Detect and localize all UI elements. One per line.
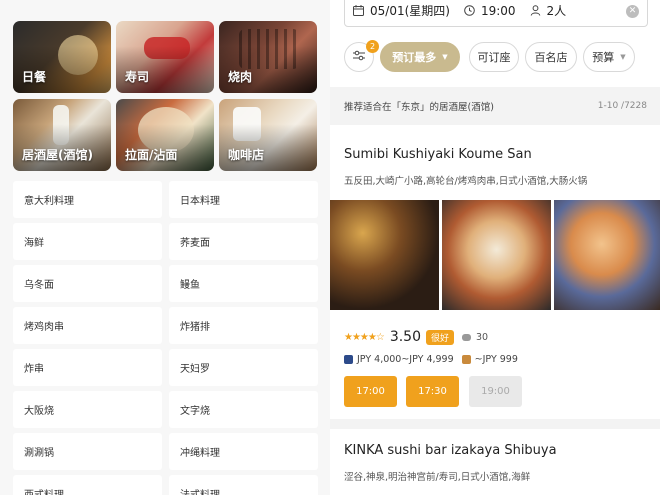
cuisine-item[interactable]: 日本料理 [169, 181, 318, 218]
clock-icon [464, 5, 475, 16]
time-slot-button-disabled: 19:00 [469, 376, 522, 407]
comment-icon [462, 333, 472, 341]
sort-dropdown[interactable]: 预订最多 ▼ [380, 42, 460, 72]
cuisine-item[interactable]: 西式料理 [13, 475, 162, 495]
food-photo[interactable] [330, 200, 439, 310]
results-count: 1-10 /7228 [597, 101, 647, 111]
restaurant-photos[interactable] [330, 200, 660, 310]
date-value[interactable]: 05/01(星期四) [370, 2, 450, 19]
cuisine-item[interactable]: 荞麦面 [169, 223, 318, 260]
cuisine-item[interactable]: 乌冬面 [13, 265, 162, 302]
cuisine-item[interactable]: 海鲜 [13, 223, 162, 260]
tile-label: 居酒屋(酒馆) [22, 148, 93, 162]
caret-down-icon: ▼ [442, 53, 448, 61]
category-tile-ramen[interactable]: 拉面/沾面 [116, 99, 214, 171]
results-panel: 05/01(星期四) 19:00 2人 ✕ 2 预订最多 ▼ 可订座 百名店 预… [330, 0, 660, 495]
budget-label: 预算 [592, 51, 615, 64]
sun-icon [461, 354, 471, 364]
restaurant-name[interactable]: KINKA sushi bar izakaya Shibuya [344, 443, 557, 458]
food-photo[interactable] [442, 200, 551, 310]
results-heading: 推荐适合在「东京」的居酒屋(酒馆) [344, 102, 494, 113]
time-slot-button[interactable]: 17:30 [406, 376, 459, 407]
category-tile-yakiniku[interactable]: 烧肉 [219, 21, 317, 93]
food-photo[interactable] [554, 200, 660, 310]
star-rating: ★★★★☆ [344, 331, 385, 343]
cuisine-item[interactable]: 意大利料理 [13, 181, 162, 218]
cuisine-item[interactable]: 涮涮锅 [13, 433, 162, 470]
lunch-price: ~JPY 999 [474, 353, 518, 365]
category-tile-izakaya[interactable]: 居酒屋(酒馆) [13, 99, 111, 171]
cuisine-item[interactable]: 炸猪排 [169, 307, 318, 344]
restaurant-tags: 五反田,大崎广小路,高轮台/烤鸡肉串,日式小酒馆,大肠火锅 [344, 176, 588, 187]
time-value[interactable]: 19:00 [481, 4, 516, 18]
rating-score: 3.50 [389, 329, 421, 345]
person-icon [530, 5, 541, 16]
dinner-price: JPY 4,000~JPY 4,999 [357, 353, 454, 365]
party-size-value[interactable]: 2人 [547, 2, 567, 19]
cuisine-item[interactable]: 法式料理 [169, 475, 318, 495]
results-header: 推荐适合在「东京」的居酒屋(酒馆) 1-10 /7228 [330, 87, 660, 125]
cuisine-item[interactable]: 文字烧 [169, 391, 318, 428]
filter-settings-button[interactable]: 2 [344, 40, 379, 72]
filter-count-badge: 2 [366, 40, 379, 53]
restaurant-tags: 涩谷,神泉,明治神宫前/寿司,日式小酒馆,海鲜 [344, 472, 531, 483]
category-tile-sushi[interactable]: 寿司 [116, 21, 214, 93]
tile-label: 日餐 [22, 70, 47, 84]
caret-down-icon: ▼ [620, 53, 626, 61]
sort-label: 预订最多 [392, 51, 437, 64]
budget-dropdown[interactable]: 预算 ▼ [583, 42, 635, 72]
sliders-icon [352, 50, 366, 64]
close-icon[interactable]: ✕ [626, 5, 639, 18]
bookable-filter-button[interactable]: 可订座 [469, 42, 519, 72]
price-row: JPY 4,000~JPY 4,999 ~JPY 999 [344, 352, 518, 366]
cuisine-item[interactable]: 天妇罗 [169, 349, 318, 386]
filter-bar: 2 预订最多 ▼ 可订座 百名店 预算 ▼ [344, 40, 660, 73]
cuisine-item[interactable]: 冲绳料理 [169, 433, 318, 470]
category-tile-japanese[interactable]: 日餐 [13, 21, 111, 93]
tile-label: 拉面/沾面 [125, 148, 178, 162]
rating-row: ★★★★☆ 3.50 很好 30 [344, 329, 488, 345]
divider [330, 419, 660, 429]
tile-label: 烧肉 [228, 70, 253, 84]
calendar-icon [353, 5, 364, 16]
cuisine-item[interactable]: 烤鸡肉串 [13, 307, 162, 344]
tile-label: 咖啡店 [228, 148, 265, 162]
top100-filter-button[interactable]: 百名店 [525, 42, 577, 72]
cuisine-item[interactable]: 炸串 [13, 349, 162, 386]
tile-label: 寿司 [125, 70, 150, 84]
moon-icon [344, 354, 353, 364]
time-slot-button[interactable]: 17:00 [344, 376, 397, 407]
rating-badge: 很好 [426, 329, 455, 345]
review-count[interactable]: 30 [462, 332, 488, 343]
reservation-search-bar[interactable]: 05/01(星期四) 19:00 2人 ✕ [344, 0, 648, 27]
cuisine-item[interactable]: 鳗鱼 [169, 265, 318, 302]
category-tile-cafe[interactable]: 咖啡店 [219, 99, 317, 171]
category-panel: 日餐 寿司 烧肉 居酒屋(酒馆) 拉面/沾面 咖啡店 意大利料理 日本料理 海鲜… [0, 0, 330, 495]
restaurant-name[interactable]: Sumibi Kushiyaki Koume San [344, 147, 532, 162]
cuisine-item[interactable]: 大阪烧 [13, 391, 162, 428]
review-count-value: 30 [476, 331, 489, 343]
